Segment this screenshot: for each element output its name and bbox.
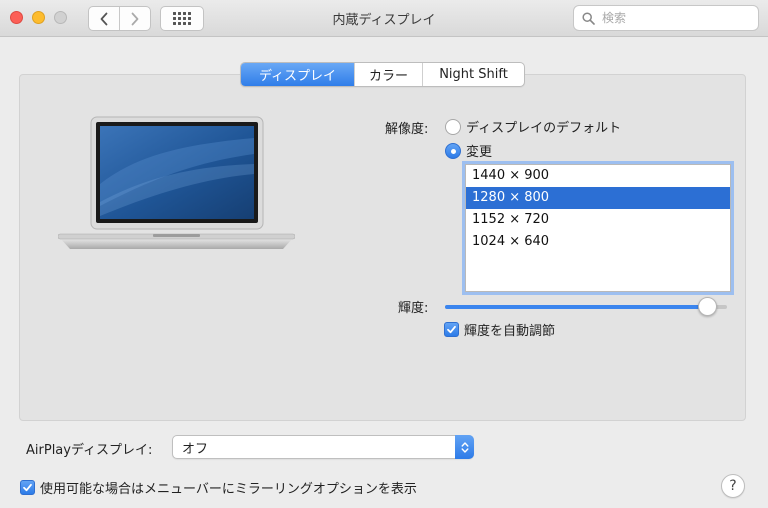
default-resolution-label: ディスプレイのデフォルト	[466, 121, 622, 136]
list-item[interactable]: 1152 × 720	[466, 209, 730, 231]
auto-brightness-checkbox[interactable]	[444, 322, 459, 337]
auto-brightness-label: 輝度を自動調節	[464, 324, 556, 339]
tab-color[interactable]: カラー	[354, 63, 422, 86]
airplay-value: オフ	[182, 441, 209, 457]
resolution-label: 解像度:	[385, 122, 429, 137]
mirroring-checkbox[interactable]	[20, 480, 35, 495]
checkmark-icon	[447, 325, 456, 334]
scaled-resolution-label: 変更	[466, 145, 493, 160]
radio-default[interactable]	[445, 118, 461, 135]
checkmark-icon	[23, 483, 32, 492]
laptop-illustration	[58, 116, 295, 249]
scaled-resolution-option[interactable]: 変更	[445, 141, 492, 160]
list-item-selected[interactable]: 1280 × 800	[466, 187, 730, 209]
popup-arrows[interactable]	[455, 435, 474, 459]
list-item[interactable]: 1024 × 640	[466, 231, 730, 253]
brightness-label: 輝度:	[398, 301, 429, 316]
search-field[interactable]	[573, 5, 759, 31]
brightness-slider-track[interactable]	[445, 305, 727, 309]
auto-brightness-option[interactable]: 輝度を自動調節	[444, 320, 555, 339]
help-button[interactable]: ?	[721, 474, 745, 498]
title-bar: 内蔵ディスプレイ	[0, 0, 768, 37]
mirroring-label: 使用可能な場合はメニューバーにミラーリングオプションを表示	[40, 482, 417, 497]
mirroring-option[interactable]: 使用可能な場合はメニューバーにミラーリングオプションを表示	[20, 478, 417, 497]
up-down-chevron-icon	[461, 441, 468, 453]
airplay-popup[interactable]: オフ	[172, 435, 474, 459]
default-resolution-option[interactable]: ディスプレイのデフォルト	[445, 117, 621, 136]
tab-night-shift[interactable]: Night Shift	[422, 63, 524, 86]
brightness-slider-fill	[445, 305, 708, 309]
radio-scaled[interactable]	[445, 142, 461, 159]
resolution-list[interactable]: 1440 × 900 1280 × 800 1152 × 720 1024 × …	[462, 161, 734, 295]
tab-display[interactable]: ディスプレイ	[241, 63, 354, 86]
search-icon	[582, 11, 595, 25]
airplay-label: AirPlayディスプレイ:	[26, 443, 153, 458]
list-item[interactable]: 1440 × 900	[466, 165, 730, 187]
search-input[interactable]	[602, 11, 752, 25]
segmented-tabs: ディスプレイ カラー Night Shift	[240, 62, 525, 87]
